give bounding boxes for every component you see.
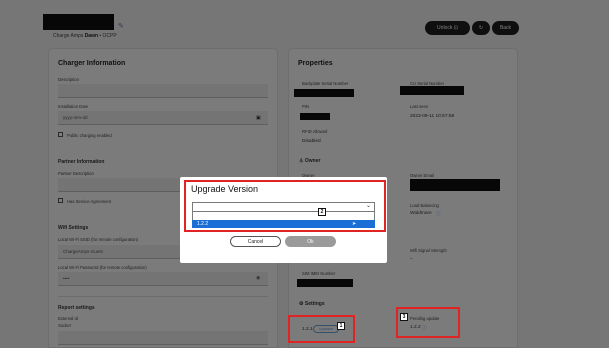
modal-backdrop[interactable]	[0, 0, 609, 348]
annotation-box-pending	[396, 307, 460, 338]
charger-detail-page: ✎ Charge Amps Dawn • OCPP Unlock ⊡ ↻ Bac…	[0, 0, 609, 348]
annotation-marker-3: 3	[400, 313, 408, 321]
annotation-marker-2: 2	[318, 208, 326, 216]
cancel-button[interactable]: Cancel	[230, 236, 281, 247]
annotation-box-dialog	[184, 180, 386, 232]
ok-button[interactable]: Ok	[285, 236, 336, 247]
annotation-marker-1: 1	[337, 322, 345, 330]
